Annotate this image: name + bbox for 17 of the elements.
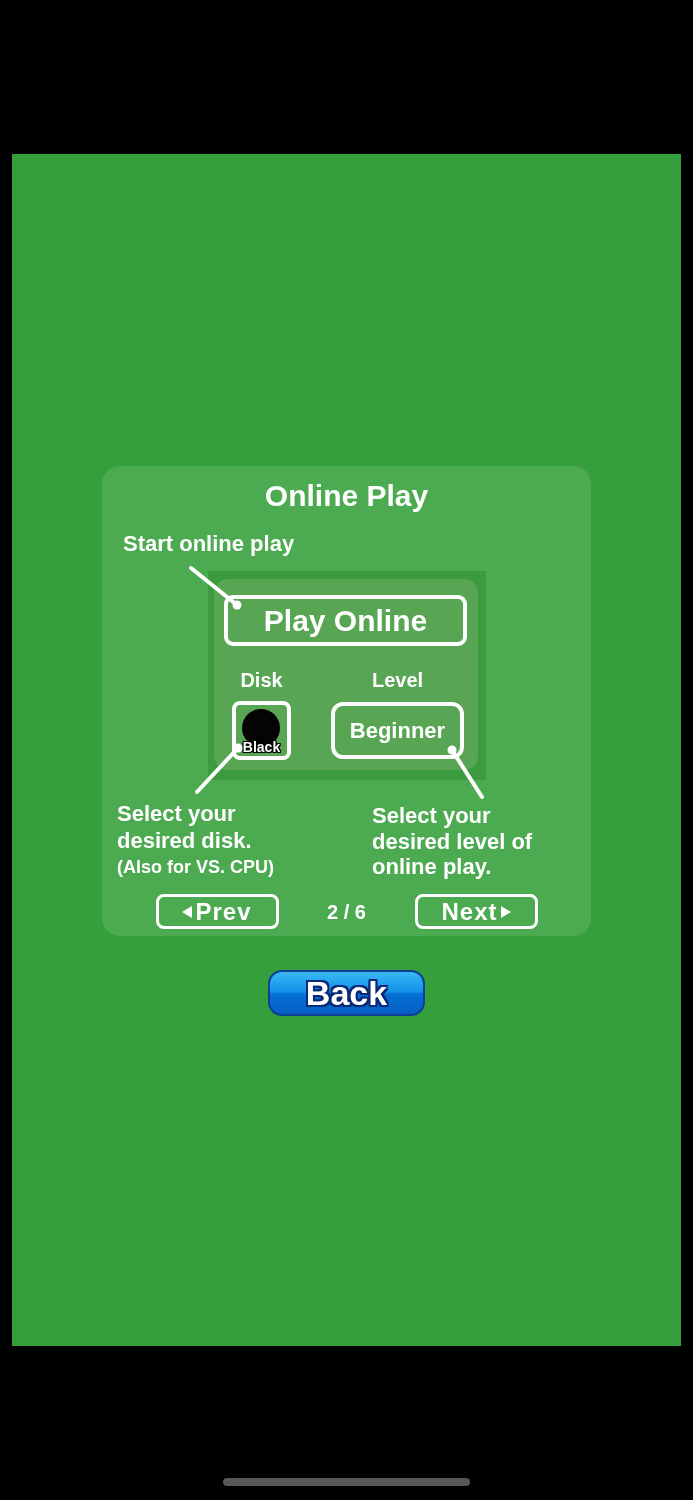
callout-text: Select your desired disk. [117,800,253,854]
level-selector: Beginner [331,702,464,759]
triangle-right-icon [500,905,511,918]
callout-text: Select your desired level of online play. [372,803,533,880]
callout-text: Start online play [123,531,295,557]
level-heading: Level [371,668,424,692]
back-button[interactable]: Back [268,970,425,1016]
leader-line [189,566,242,610]
leader-line [447,745,484,799]
panel-title: Online Play [264,478,429,514]
disk-heading: Disk [240,668,283,692]
next-button[interactable]: Next [414,894,538,929]
triangle-left-icon [182,905,193,918]
prev-button[interactable]: Prev [155,894,279,929]
callout-note: (Also for VS. CPU) [117,856,274,879]
page-indicator: 2 / 6 [327,899,366,924]
disk-label: Black [241,739,282,755]
